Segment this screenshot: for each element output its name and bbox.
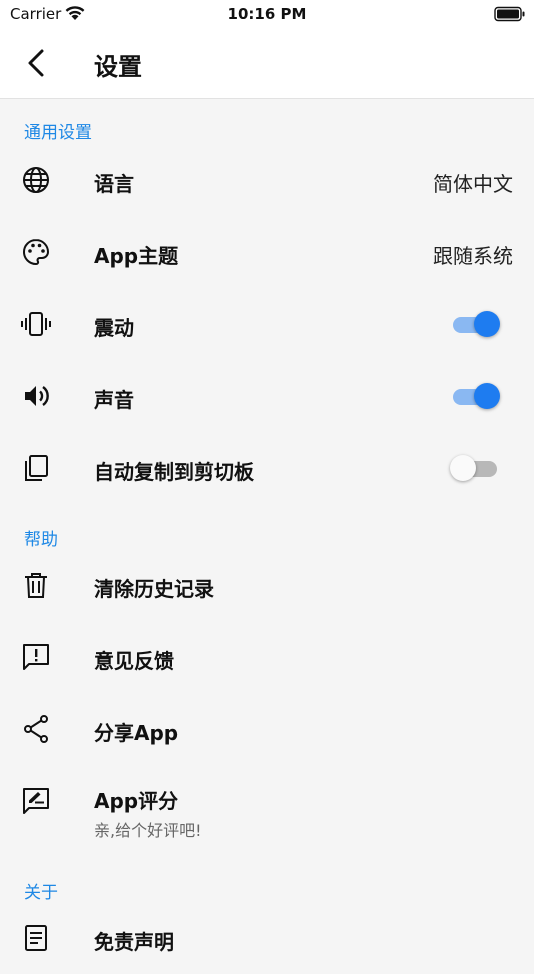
settings-row-auto-copy[interactable]: 自动复制到剪切板 <box>0 432 534 504</box>
row-label: 震动 <box>94 316 134 340</box>
row-label: App主题 <box>94 244 179 268</box>
battery-icon <box>494 6 526 22</box>
switch-thumb <box>474 311 500 337</box>
feedback-icon <box>20 641 52 673</box>
vibrate-icon <box>20 308 52 340</box>
settings-row-sound[interactable]: 声音 <box>0 360 534 432</box>
settings-row-vibration[interactable]: 震动 <box>0 288 534 360</box>
settings-row-clear-history[interactable]: 清除历史记录 <box>0 549 534 621</box>
row-label: 免责声明 <box>94 930 174 954</box>
page-title: 设置 <box>94 53 142 81</box>
chevron-left-icon <box>20 46 54 80</box>
section-header-about: 关于 <box>24 883 58 903</box>
row-label: 分享App <box>94 721 179 745</box>
row-label: 清除历史记录 <box>94 577 214 601</box>
status-time: 10:16 PM <box>227 5 307 23</box>
sound-toggle[interactable] <box>450 381 502 411</box>
palette-icon <box>20 236 52 268</box>
settings-row-share[interactable]: 分享App <box>0 693 534 765</box>
row-subtitle: 亲,给个好评吧! <box>94 821 202 840</box>
app-bar: 设置 <box>0 28 534 99</box>
auto-copy-toggle[interactable] <box>450 453 502 483</box>
settings-row-disclaimer[interactable]: 免责声明 <box>0 902 534 974</box>
settings-row-feedback[interactable]: 意见反馈 <box>0 621 534 693</box>
copy-icon <box>20 452 52 484</box>
row-label: 自动复制到剪切板 <box>94 460 254 484</box>
language-value: 简体中文 <box>433 172 513 196</box>
switch-thumb <box>450 455 476 481</box>
settings-row-theme[interactable]: App主题 跟随系统 <box>0 216 534 288</box>
vibration-toggle[interactable] <box>450 309 502 339</box>
globe-icon <box>20 164 52 196</box>
theme-value: 跟随系统 <box>433 244 513 268</box>
section-header-help: 帮助 <box>24 530 58 550</box>
row-label: 意见反馈 <box>94 649 174 673</box>
status-bar: Carrier 10:16 PM <box>0 0 534 28</box>
settings-row-language[interactable]: 语言 简体中文 <box>0 144 534 216</box>
settings-row-rate[interactable]: App评分 亲,给个好评吧! <box>0 765 534 849</box>
section-header-general: 通用设置 <box>24 123 92 143</box>
switch-thumb <box>474 383 500 409</box>
row-label: 语言 <box>94 172 134 196</box>
rate-review-icon <box>20 785 52 817</box>
document-icon <box>20 922 52 954</box>
row-label: App评分 <box>94 789 179 813</box>
back-button[interactable] <box>20 46 54 80</box>
speaker-icon <box>20 380 52 412</box>
trash-icon <box>20 569 52 601</box>
share-icon <box>20 713 52 745</box>
row-label: 声音 <box>94 388 134 412</box>
